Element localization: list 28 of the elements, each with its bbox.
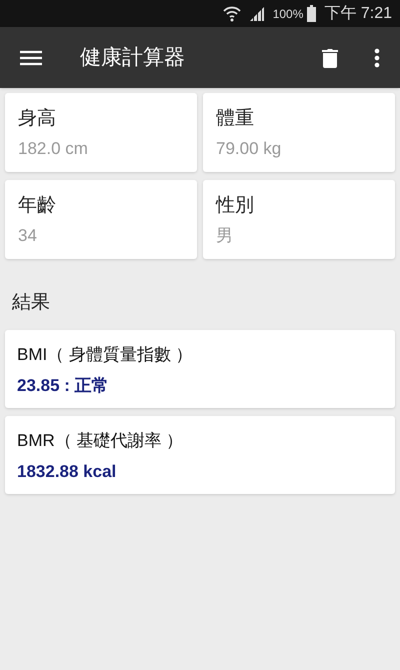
result-value: 23.85 : 正常 (17, 374, 109, 396)
delete-button[interactable] (322, 48, 338, 68)
signal-icon (248, 6, 265, 22)
menu-icon (20, 50, 42, 66)
result-label: BMR（ 基礎代謝率 ） (17, 430, 184, 452)
more-icon (374, 48, 380, 68)
result-value: 1832.88 kcal (17, 460, 116, 482)
field-value: 79.00 kg (216, 138, 282, 160)
field-value: 34 (18, 225, 37, 247)
app-title: 健康計算器 (80, 44, 186, 71)
field-label: 性別 (216, 194, 254, 218)
input-card[interactable]: 體重 79.00 kg (203, 93, 395, 172)
field-label: 體重 (216, 107, 254, 131)
battery-icon (307, 5, 316, 22)
result-label: BMI（ 身體質量指數 ） (17, 344, 193, 366)
field-value: 182.0 cm (18, 138, 88, 160)
field-label: 年齡 (18, 194, 56, 218)
input-card[interactable]: 性別 男 (203, 180, 395, 259)
wifi-icon (222, 6, 241, 22)
input-card[interactable]: 年齡 34 (5, 180, 197, 259)
input-card[interactable]: 身高 182.0 cm (5, 93, 197, 172)
field-value: 男 (216, 225, 233, 247)
trash-icon (322, 48, 338, 68)
field-label: 身高 (18, 107, 56, 131)
section-title: 結果 (12, 291, 50, 315)
battery-level: 100% (272, 6, 304, 22)
clock: 下午 7:21 (324, 4, 392, 24)
more-button[interactable] (374, 48, 380, 68)
